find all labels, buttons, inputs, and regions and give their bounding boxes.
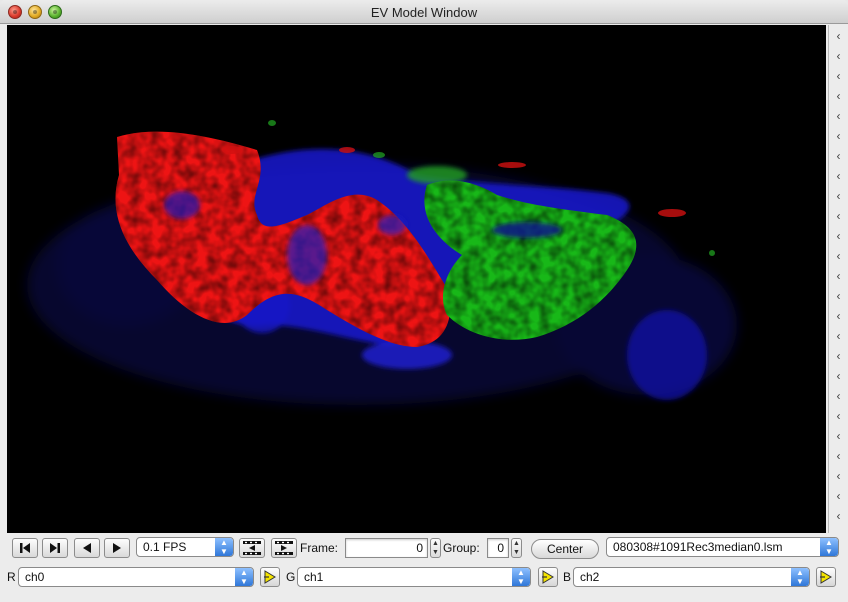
- blue-channel-select[interactable]: ch2 ▲ ▼: [573, 567, 810, 587]
- playback-toolbar: 0.1 FPS ▲▼ Frame: 0 ▲▼ Group: 0 ▲▼ Ce: [0, 535, 848, 561]
- chevron-left-icon[interactable]: ‹: [833, 209, 844, 223]
- fps-select[interactable]: 0.1 FPS ▲ ▼: [136, 537, 234, 557]
- chevron-left-icon[interactable]: ‹: [833, 69, 844, 83]
- step-forward-button[interactable]: [42, 538, 68, 558]
- select-arrows-icon: ▲ ▼: [235, 568, 253, 586]
- film-forward-icon: [275, 541, 293, 555]
- frame-stepper[interactable]: ▲ ▼: [430, 538, 441, 558]
- film-back-icon: [243, 541, 261, 555]
- select-arrows-icon: ▲ ▼: [791, 568, 809, 586]
- green-channel-select[interactable]: ch1 ▲ ▼: [297, 567, 531, 587]
- red-channel-letter: R: [7, 570, 16, 584]
- chevron-left-icon[interactable]: ‹: [833, 269, 844, 283]
- title-bar: EV Model Window: [0, 0, 848, 24]
- channel-controls: R ch0 ▲ ▼ G ch1 ▲ ▼ B ch2 ▲ ▼: [0, 565, 848, 589]
- skip-to-start-button[interactable]: [12, 538, 38, 558]
- chevron-left-icon[interactable]: ‹: [833, 409, 844, 423]
- play-forward-button[interactable]: [104, 538, 130, 558]
- chevron-left-icon[interactable]: ‹: [833, 349, 844, 363]
- chevron-left-icon[interactable]: ‹: [833, 429, 844, 443]
- step-forward-icon: [50, 543, 60, 553]
- file-value: 080308#1091Rec3median0.lsm: [613, 540, 783, 554]
- center-button[interactable]: Center: [531, 539, 599, 559]
- green-channel-value: ch1: [304, 570, 324, 584]
- select-arrows-icon: ▲ ▼: [820, 538, 838, 556]
- blue-channel-letter: B: [563, 570, 572, 584]
- chevron-left-icon[interactable]: ‹: [833, 329, 844, 343]
- chevron-left-icon[interactable]: ‹: [833, 129, 844, 143]
- chevron-left-icon[interactable]: ‹: [833, 509, 844, 523]
- chevron-left-icon[interactable]: ‹: [833, 249, 844, 263]
- chevron-left-icon[interactable]: ‹: [833, 389, 844, 403]
- chevron-left-icon[interactable]: ‹: [833, 29, 844, 43]
- red-channel-select[interactable]: ch0 ▲ ▼: [18, 567, 254, 587]
- window-title: EV Model Window: [370, 5, 478, 20]
- green-channel-letter: G: [286, 570, 296, 584]
- chevron-left-icon[interactable]: ‹: [833, 89, 844, 103]
- chevron-left-icon[interactable]: ‹: [833, 229, 844, 243]
- chevron-left-icon[interactable]: ‹: [833, 149, 844, 163]
- blue-channel-value: ch2: [580, 570, 600, 584]
- chevron-left-icon[interactable]: ‹: [833, 449, 844, 463]
- chevron-left-icon[interactable]: ‹: [833, 489, 844, 503]
- file-select[interactable]: 080308#1091Rec3median0.lsm ▲ ▼: [606, 537, 839, 557]
- play-backward-icon: [83, 543, 91, 553]
- chevron-left-icon[interactable]: ‹: [833, 109, 844, 123]
- volume-render-image: [27, 120, 737, 405]
- chevron-left-icon[interactable]: ‹: [833, 369, 844, 383]
- yellow-play-icon: [542, 570, 554, 584]
- yellow-play-icon: [264, 570, 276, 584]
- frame-field[interactable]: 0: [345, 538, 428, 558]
- blue-channel-apply-button[interactable]: [816, 567, 836, 587]
- chevron-left-icon[interactable]: ‹: [833, 289, 844, 303]
- red-channel-value: ch0: [25, 570, 45, 584]
- play-forward-icon: [113, 543, 121, 553]
- chevron-left-icon[interactable]: ‹: [833, 309, 844, 323]
- side-chevron-strip: ‹ ‹ ‹ ‹ ‹ ‹ ‹ ‹ ‹ ‹ ‹ ‹ ‹ ‹ ‹ ‹ ‹ ‹ ‹ ‹ …: [828, 25, 848, 533]
- render-viewport[interactable]: [7, 25, 826, 533]
- green-channel-apply-button[interactable]: [538, 567, 558, 587]
- chevron-left-icon[interactable]: ‹: [833, 469, 844, 483]
- red-channel-apply-button[interactable]: [260, 567, 280, 587]
- yellow-play-icon: [820, 570, 832, 584]
- play-backward-button[interactable]: [74, 538, 100, 558]
- group-stepper[interactable]: ▲ ▼: [511, 538, 522, 558]
- chevron-left-icon[interactable]: ‹: [833, 49, 844, 63]
- select-arrows-icon: ▲ ▼: [215, 538, 233, 556]
- film-forward-button[interactable]: [271, 538, 297, 558]
- chevron-left-icon[interactable]: ‹: [833, 189, 844, 203]
- ev-model-window: EV Model Window ‹ ‹ ‹ ‹ ‹ ‹ ‹ ‹ ‹ ‹ ‹ ‹ …: [0, 0, 848, 602]
- chevron-left-icon[interactable]: ‹: [833, 169, 844, 183]
- skip-to-start-icon: [20, 543, 30, 553]
- select-arrows-icon: ▲ ▼: [512, 568, 530, 586]
- fps-value: 0.1 FPS: [143, 540, 187, 554]
- group-label: Group:: [443, 541, 480, 555]
- group-field[interactable]: 0: [487, 538, 509, 558]
- film-back-button[interactable]: [239, 538, 265, 558]
- frame-label: Frame:: [300, 541, 339, 555]
